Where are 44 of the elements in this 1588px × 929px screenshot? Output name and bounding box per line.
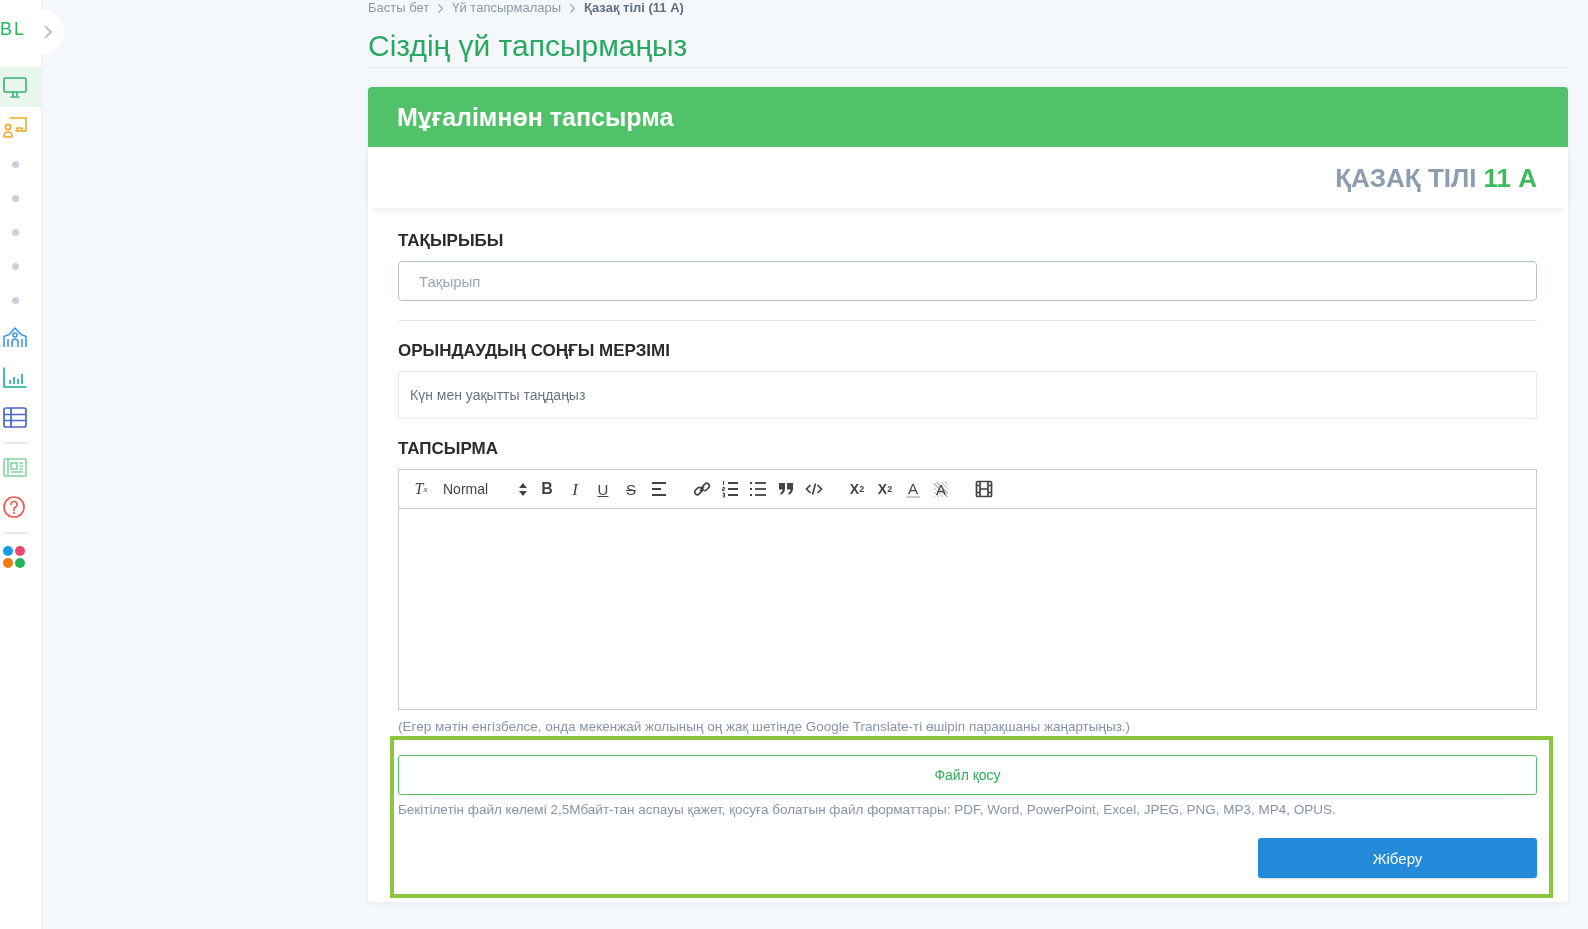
date-time-input[interactable]: Күн мен уақытты таңдаңыз [398,371,1537,419]
dot-icon [12,194,19,202]
superscript-button[interactable]: X$^{2}$ [871,477,899,501]
subject-name: ҚАЗАҚ ТІЛІ [1335,162,1477,193]
bullet-list-icon [749,480,767,498]
help-icon [3,496,25,518]
bold-button[interactable]: B [533,477,561,501]
strikethrough-button[interactable]: S [617,477,645,501]
background-color-button[interactable]: A [927,477,955,501]
card-title: Мұғалімнөн тапсырма [397,102,674,132]
field-label: ТАҚЫРЫБЫ [398,231,504,251]
dot-icon [12,262,19,270]
format-dropdown[interactable]: Normal [435,477,533,501]
field-label: ОРЫНДАУДЫҢ СОҢҒЫ МЕРЗІМІ [398,341,670,361]
text-color-button[interactable]: A [899,477,927,501]
quote-icon [777,480,795,498]
apps-icon [3,546,25,568]
up-down-arrows-icon [519,482,527,496]
dot-icon [12,160,19,168]
film-icon [975,480,993,498]
school-building-icon [3,326,27,348]
chevron-right-icon [44,25,52,39]
table-icon [3,406,27,428]
submit-button[interactable]: Жіберу [1258,838,1537,878]
italic-button[interactable]: I [561,477,589,501]
page-title: Сіздің үй тапсырмаңыз [368,28,688,64]
dot-icon [12,296,19,304]
newspaper-icon [3,457,27,477]
breadcrumb-current: Қазақ тілі (11 А) [584,0,684,16]
underline-button[interactable]: U [589,477,617,501]
align-left-icon [650,480,668,498]
chevron-right-icon [438,3,444,13]
dot-icon [12,228,19,236]
file-requirements-text: Бекітілетін файл көлемі 2,5Мбайт-тан аспауы қажет, қосуға болатын файл форматтары: PDF, Word, PowerPoint, Excel, JPEG, PNG, MP3, MP4, OPUS. [398,802,1336,817]
bar-chart-icon [3,366,27,388]
text-input[interactable]: Тақырып [398,261,1537,301]
numbered-list-icon [721,480,739,498]
teacher-board-icon [3,116,27,138]
chevron-right-icon [570,3,576,13]
monitor-icon [3,76,27,98]
field-label: ТАПСЫРМА [398,439,499,459]
editor-hint: (Егер мәтін енгізбелсе, онда мекенжай жолының оң жақ шетінде Google Translate-ті өшіріп парақшаны жаңартыңыз.) [398,719,1131,734]
class-name: 11 А [1483,162,1537,193]
link-icon [693,480,711,498]
